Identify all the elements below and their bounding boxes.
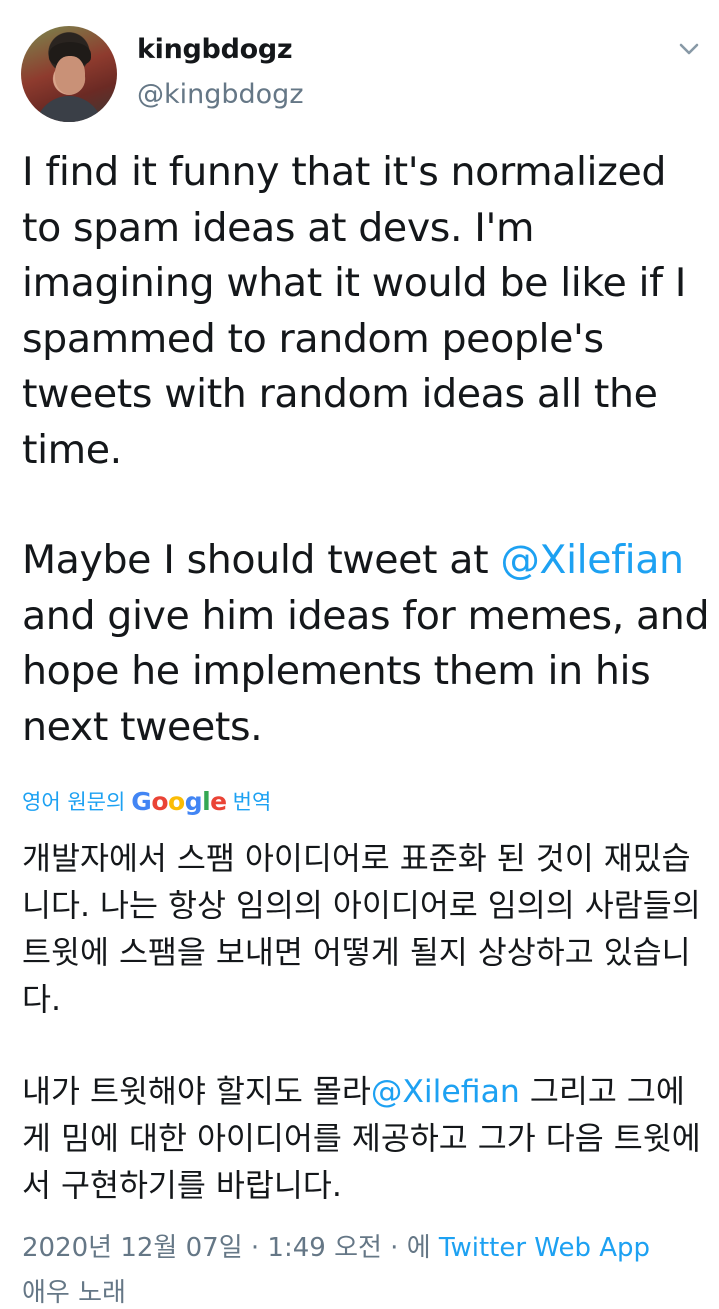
avatar[interactable] bbox=[21, 26, 117, 122]
avatar-shirt bbox=[35, 96, 103, 122]
tweet-paragraph-2-end: and give him ideas for memes, and hope h… bbox=[22, 592, 710, 750]
tweet-paragraph-2-start: Maybe I should tweet at bbox=[22, 537, 501, 583]
translated-mention-link[interactable]: @Xilefian bbox=[371, 1074, 520, 1110]
tweet-metadata: 2020년 12월 07일 · 1:49 오전 · 에 Twitter Web … bbox=[22, 1227, 712, 1264]
translated-text: 개발자에서 스팸 아이디어로 표준화 된 것이 재밌습니다. 나는 항상 임의의… bbox=[22, 836, 712, 1210]
avatar-face bbox=[55, 56, 85, 94]
translate-label-start: 영어 원문의 bbox=[22, 790, 126, 814]
tweet-paragraph-1: I find it funny that it's normalized to … bbox=[22, 149, 686, 473]
translated-paragraph-2: 내가 트윗해야 할지도 몰라@Xilefian 그리고 그에게 밈에 대한 아이… bbox=[22, 1069, 712, 1210]
mention-link[interactable]: @Xilefian bbox=[500, 537, 684, 583]
cut-off-text: 애우 노래 bbox=[22, 1278, 126, 1308]
chevron-down-icon[interactable] bbox=[678, 38, 700, 60]
translated-paragraph-1: 개발자에서 스팸 아이디어로 표준화 된 것이 재밌습니다. 나는 항상 임의의… bbox=[22, 841, 701, 1018]
timestamp[interactable]: 2020년 12월 07일 · 1:49 오전 · 에 bbox=[22, 1233, 439, 1263]
translate-label-end: 번역 bbox=[232, 790, 272, 814]
source-link[interactable]: Twitter Web App bbox=[439, 1233, 650, 1263]
translate-link[interactable]: 영어 원문의 Google 번역 bbox=[22, 783, 271, 819]
tweet-paragraph-2: Maybe I should tweet at @Xilefian and gi… bbox=[22, 533, 712, 755]
author-handle[interactable]: @kingbdogz bbox=[137, 79, 304, 110]
translated-paragraph-2-start: 내가 트윗해야 할지도 몰라 bbox=[22, 1074, 371, 1110]
google-logo: Google bbox=[131, 786, 227, 816]
author-display-name[interactable]: kingbdogz bbox=[137, 34, 293, 65]
tweet-body: I find it funny that it's normalized to … bbox=[22, 145, 712, 755]
tweet-detail: kingbdogz @kingbdogz I find it funny tha… bbox=[0, 0, 719, 1308]
